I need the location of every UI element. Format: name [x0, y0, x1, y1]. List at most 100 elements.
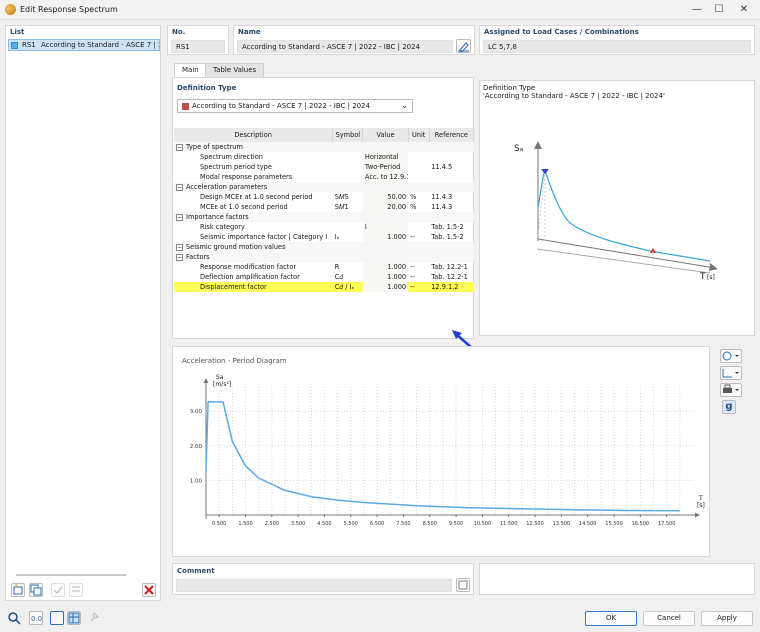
preview-diagram	[534, 141, 718, 274]
cell-val[interactable]: 1.000	[362, 232, 409, 242]
preview-panel: Definition Type 'According to Standard -…	[479, 80, 755, 336]
collapse-icon[interactable]: −	[176, 213, 183, 221]
group-row[interactable]: − Acceleration parameters	[174, 182, 474, 192]
units-g-icon[interactable]: g	[722, 400, 736, 414]
group-row[interactable]: − Importance factors	[174, 212, 474, 222]
parameter-row[interactable]: Modal response parameters Acc. to 12.9.1.…	[174, 172, 474, 182]
group-row[interactable]: − Type of spectrum	[174, 142, 474, 152]
comment-side-panel	[479, 563, 755, 595]
comment-field[interactable]	[176, 579, 452, 592]
ok-button[interactable]: OK	[585, 611, 637, 626]
tab-table-values[interactable]: Table Values	[205, 63, 265, 77]
name-field[interactable]: According to Standard - ASCE 7 | 2022 - …	[237, 40, 453, 53]
maximize-button[interactable]: ☐	[712, 3, 726, 17]
parameter-row[interactable]: MCEᴇ at 1.0 second period S𝑀1 20.00% 11.4.3	[174, 202, 474, 212]
cell-ref: 11.4.5	[431, 163, 453, 171]
group-label: Acceleration parameters	[186, 183, 268, 191]
cell-desc: Risk category	[200, 223, 245, 231]
view-options-icon[interactable]	[720, 349, 742, 363]
new-icon[interactable]	[11, 583, 25, 597]
delete-icon[interactable]	[142, 583, 156, 597]
cell-desc: Deflection amplification factor	[200, 273, 300, 281]
cell-desc: Seismic importance factor | Category I	[200, 233, 328, 241]
cell-val[interactable]: I	[362, 222, 409, 232]
parameter-row[interactable]: Risk category I Tab. 1.5-2	[174, 222, 474, 232]
cell-ref: 11.4.3	[431, 203, 453, 211]
view-icon[interactable]	[50, 611, 64, 625]
collapse-icon[interactable]: −	[176, 183, 183, 191]
parameter-row[interactable]: Displacement factor C𝑑 / Iₑ 1.000 -- 12.9.1.…	[174, 282, 474, 292]
copy-icon[interactable]	[29, 583, 43, 597]
collapse-icon[interactable]: −	[176, 253, 183, 261]
axis-options-icon[interactable]	[720, 366, 742, 380]
pin-icon[interactable]	[88, 611, 102, 625]
col-symbol: Symbol	[332, 128, 364, 142]
cell-sym	[333, 162, 363, 172]
group-row[interactable]: − Factors	[174, 252, 474, 262]
close-button[interactable]: ✕	[737, 3, 751, 17]
parameter-row[interactable]: Spectrum period type Two-Period 11.4.5	[174, 162, 474, 172]
chart-xunit: [s]	[697, 502, 705, 509]
svg-text:0.0: 0.0	[31, 615, 42, 623]
table-icon[interactable]	[67, 611, 81, 625]
cell-val[interactable]: Acc. to 12.9.1.2	[362, 172, 409, 182]
cell-ref: Tab. 12.2-1	[431, 263, 468, 271]
x-tick-label: 2.500	[265, 521, 279, 527]
parameter-row[interactable]: Response modification factor R 1.000 -- Tab.…	[174, 262, 474, 272]
x-tick-label: 14.500	[579, 521, 597, 527]
uncheck-icon[interactable]	[69, 583, 83, 597]
x-tick-label: 3.500	[291, 521, 305, 527]
list-item-rs1[interactable]: RS1 According to Standard - ASCE 7 | 202…	[8, 39, 160, 51]
cell-val[interactable]: 20.00	[362, 202, 409, 212]
group-label: Importance factors	[186, 213, 249, 221]
cell-sym: Iₑ	[334, 233, 340, 241]
parameter-row[interactable]: Deflection amplification factor C𝑑 1.000 --…	[174, 272, 474, 282]
assigned-field[interactable]: LC 5,7,8	[483, 40, 751, 53]
tab-main[interactable]: Main	[174, 63, 207, 77]
print-icon[interactable]	[720, 383, 742, 397]
x-tick-label: 9.500	[449, 521, 463, 527]
y-tick-label: 2.00	[190, 444, 203, 450]
cell-val[interactable]: 50.00	[362, 192, 409, 202]
cell-val[interactable]: Two-Period	[362, 162, 409, 172]
edit-name-icon[interactable]	[456, 39, 471, 53]
cell-val[interactable]: 1.000	[362, 262, 409, 272]
group-label: Type of spectrum	[186, 143, 243, 151]
list-scrollbar[interactable]	[16, 574, 126, 576]
parameter-row[interactable]: Design MCEᴇ at 1.0 second period S𝑀S 50.00…	[174, 192, 474, 202]
cell-sym: S𝑀1	[334, 202, 349, 211]
no-panel: No. RS1	[167, 25, 229, 55]
list-header: List	[10, 28, 25, 36]
search-icon[interactable]	[7, 611, 21, 625]
x-tick-label: 11.500	[500, 521, 518, 527]
cell-desc: Spectrum period type	[200, 163, 272, 171]
cell-val[interactable]: Horizontal	[362, 152, 409, 162]
comment-panel: Comment	[172, 563, 474, 595]
y-tick-label: 3.00	[190, 409, 203, 415]
x-tick-label: 5.500	[344, 521, 358, 527]
apply-button[interactable]: Apply	[701, 611, 753, 626]
parameter-row[interactable]: Seismic importance factor | Category I Iₑ…	[174, 232, 474, 242]
cancel-button[interactable]: Cancel	[643, 611, 695, 626]
cell-ref: Tab. 1.5-2	[431, 223, 464, 231]
comment-library-icon[interactable]	[456, 578, 470, 592]
cell-desc: Displacement factor	[174, 282, 333, 292]
preview-subtitle: 'According to Standard - ASCE 7 | 2022 -…	[483, 92, 665, 100]
parameter-row[interactable]: Spectrum direction Horizontal	[174, 152, 474, 162]
group-row[interactable]: − Seismic ground motion values	[174, 242, 474, 252]
check-icon[interactable]	[51, 583, 65, 597]
units-icon[interactable]: 0.0	[29, 611, 43, 625]
cell-val[interactable]: 1.000	[362, 282, 409, 292]
no-field[interactable]: RS1	[171, 40, 225, 53]
x-tick-label: 10.500	[474, 521, 492, 527]
minimize-button[interactable]: —	[690, 3, 704, 17]
collapse-icon[interactable]: −	[176, 243, 183, 251]
cell-ref: 12.9.1.2	[429, 282, 474, 292]
cell-desc: Modal response parameters	[200, 173, 293, 181]
assigned-header: Assigned to Load Cases / Combinations	[484, 28, 639, 36]
collapse-icon[interactable]: −	[176, 143, 183, 151]
definition-type-select[interactable]: According to Standard - ASCE 7 | 2022 - …	[177, 99, 413, 113]
cell-val[interactable]: 1.000	[362, 272, 409, 282]
parameters-table: Description Symbol Value Unit Reference …	[174, 128, 475, 292]
col-value: Value	[362, 128, 409, 142]
